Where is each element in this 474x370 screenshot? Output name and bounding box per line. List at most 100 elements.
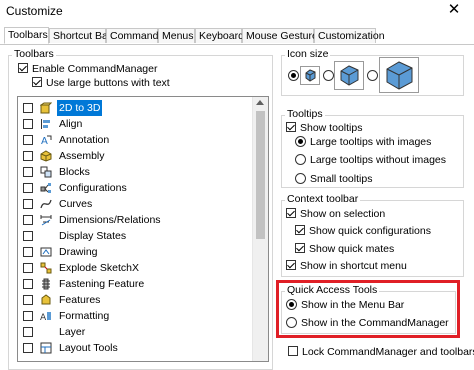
layout-tools-icon: [40, 342, 52, 354]
large-tooltips-without-images-radio[interactable]: [295, 153, 306, 165]
list-scrollbar[interactable]: [252, 97, 268, 361]
2d-to-3d-icon: [40, 102, 52, 114]
icon-size-large-radio[interactable]: [367, 70, 378, 81]
show-in-shortcut-menu-option[interactable]: Show in shortcut menu: [286, 259, 407, 273]
show-quick-mates-checkbox[interactable]: [295, 243, 305, 254]
lock-command-manager-checkbox[interactable]: [288, 346, 298, 357]
enable-command-manager-option[interactable]: Enable CommandManager: [18, 62, 158, 76]
toolbar-checkbox[interactable]: [23, 231, 33, 241]
list-item[interactable]: A Annotation: [18, 132, 253, 148]
list-item[interactable]: Configurations: [18, 180, 253, 196]
list-item[interactable]: Layout Tools: [18, 340, 253, 356]
list-item[interactable]: Drawing: [18, 244, 253, 260]
toolbar-label: Annotation: [59, 134, 110, 146]
tab-toolbars[interactable]: Toolbars: [4, 27, 49, 44]
toolbar-checkbox[interactable]: [23, 151, 33, 161]
toolbar-checkbox[interactable]: [23, 103, 33, 113]
list-item[interactable]: Explode SketchX: [18, 260, 253, 276]
list-item[interactable]: Assembly: [18, 148, 253, 164]
show-in-shortcut-menu-checkbox[interactable]: [286, 260, 296, 271]
show-quick-configurations-label: Show quick configurations: [309, 225, 431, 237]
toolbar-checkbox[interactable]: [23, 199, 33, 209]
toolbar-checkbox[interactable]: [23, 135, 33, 145]
toolbar-label: Display States: [59, 230, 127, 242]
features-icon: [41, 294, 51, 305]
lock-command-manager-option[interactable]: Lock CommandManager and toolbars: [288, 345, 474, 359]
tooltip-option-label: Small tooltips: [310, 173, 373, 185]
toolbar-label: Layout Tools: [59, 342, 118, 354]
show-tooltips-checkbox[interactable]: [286, 122, 296, 133]
svg-text:A: A: [41, 136, 48, 146]
toolbar-label: Assembly: [59, 150, 105, 162]
list-item[interactable]: Display States: [18, 228, 253, 244]
toolbar-checkbox[interactable]: [23, 215, 33, 225]
toolbar-label: Dimensions/Relations: [59, 214, 161, 226]
large-tooltips-with-images-radio[interactable]: [295, 135, 306, 147]
toolbar-checkbox[interactable]: [23, 311, 33, 321]
align-icon: [41, 119, 50, 129]
tab-shortcut-bars[interactable]: Shortcut Bars: [49, 28, 117, 43]
tab-commands[interactable]: Commands: [106, 28, 164, 43]
icon-size-small-button[interactable]: [300, 66, 320, 85]
toolbar-checkbox[interactable]: [23, 167, 33, 177]
toolbar-checkbox[interactable]: [23, 327, 33, 337]
tooltip-radio-option[interactable]: Small tooltips: [295, 172, 372, 186]
toolbar-list[interactable]: 2D to 3D Align A Annotation Assembly Blo…: [17, 96, 269, 362]
toolbar-label: Align: [59, 118, 83, 130]
show-tooltips-option[interactable]: Show tooltips: [286, 121, 362, 135]
use-large-buttons-checkbox[interactable]: [32, 77, 42, 88]
close-button[interactable]: ✕: [434, 0, 474, 22]
list-item[interactable]: Layer: [18, 324, 253, 340]
toolbar-checkbox[interactable]: [23, 279, 33, 289]
icon-size-small-radio[interactable]: [288, 70, 299, 81]
use-large-buttons-option[interactable]: Use large buttons with text: [32, 76, 170, 90]
enable-command-manager-checkbox[interactable]: [18, 63, 28, 74]
scroll-up-icon[interactable]: [256, 100, 264, 105]
show-in-shortcut-menu-label: Show in shortcut menu: [300, 260, 407, 272]
enable-command-manager-label: Enable CommandManager: [32, 63, 158, 75]
toolbar-label: Blocks: [59, 166, 90, 178]
toolbar-checkbox[interactable]: [23, 183, 33, 193]
icon-size-medium-button[interactable]: [334, 61, 364, 90]
medium-cube-icon: [340, 65, 359, 86]
tab-keyboard[interactable]: Keyboard: [195, 28, 244, 43]
show-on-selection-label: Show on selection: [300, 208, 386, 220]
use-large-buttons-label: Use large buttons with text: [46, 77, 170, 89]
list-item[interactable]: 2D to 3D: [18, 100, 253, 116]
toolbar-checkbox[interactable]: [23, 119, 33, 129]
show-on-selection-checkbox[interactable]: [286, 208, 296, 219]
toolbars-group-label: Toolbars: [12, 48, 56, 60]
drawing-icon: [40, 247, 52, 257]
show-on-selection-option[interactable]: Show on selection: [286, 207, 385, 221]
tab-customization[interactable]: Customization: [314, 28, 385, 43]
toolbar-checkbox[interactable]: [23, 295, 33, 305]
scroll-thumb[interactable]: [256, 111, 265, 239]
tooltip-radio-option[interactable]: Large tooltips with images: [295, 135, 431, 149]
toolbar-checkbox[interactable]: [23, 263, 33, 273]
list-item[interactable]: Blocks: [18, 164, 253, 180]
icon-size-medium-radio[interactable]: [323, 70, 334, 81]
annotation-icon: A: [41, 135, 52, 146]
list-item[interactable]: Fastening Feature: [18, 276, 253, 292]
list-item[interactable]: Align: [18, 116, 253, 132]
list-item[interactable]: A Formatting: [18, 308, 253, 324]
configurations-icon: [40, 183, 51, 193]
tab-mouse-gestures[interactable]: Mouse Gestures: [242, 28, 323, 43]
list-item[interactable]: Dimensions/Relations: [18, 212, 253, 228]
show-quick-configurations-option[interactable]: Show quick configurations: [295, 224, 431, 238]
small-tooltips-radio[interactable]: [295, 172, 306, 184]
list-item[interactable]: Curves: [18, 196, 253, 212]
window-title: Customize: [6, 4, 63, 18]
tooltips-group-label: Tooltips: [285, 108, 325, 120]
toolbar-checkbox[interactable]: [23, 343, 33, 353]
icon-size-large-button[interactable]: [379, 57, 419, 93]
toolbar-label: Layer: [59, 326, 86, 338]
list-item[interactable]: Features: [18, 292, 253, 308]
show-quick-mates-option[interactable]: Show quick mates: [295, 242, 394, 256]
show-quick-configurations-checkbox[interactable]: [295, 225, 305, 236]
tab-menus[interactable]: Menus: [158, 28, 195, 43]
toolbar-checkbox[interactable]: [23, 247, 33, 257]
explode-sketch-icon: [40, 262, 52, 274]
tooltip-radio-option[interactable]: Large tooltips without images: [295, 153, 446, 167]
icon-size-group-label: Icon size: [285, 48, 331, 60]
